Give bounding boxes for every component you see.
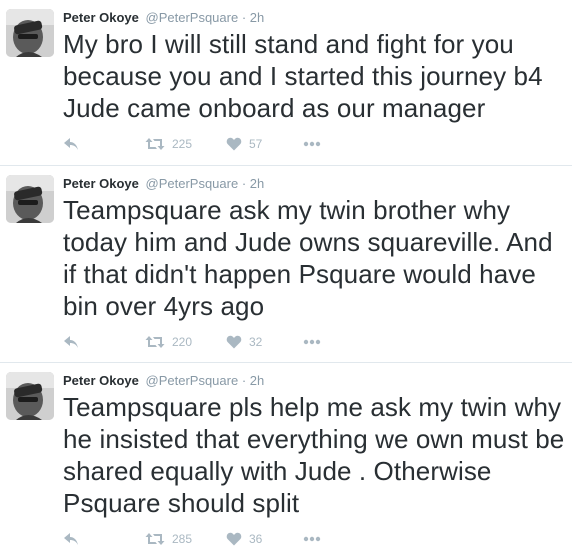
reply-icon <box>63 137 79 151</box>
tweet-header: Peter Okoye @PeterPsquare · 2h <box>63 175 264 193</box>
retweet-count: 220 <box>172 335 193 349</box>
user-handle[interactable]: @PeterPsquare <box>146 373 239 388</box>
more-icon <box>303 536 321 542</box>
timestamp[interactable]: 2h <box>250 10 264 25</box>
reply-button[interactable] <box>63 530 79 548</box>
reply-button[interactable] <box>63 333 79 351</box>
timestamp[interactable]: 2h <box>250 373 264 388</box>
like-count: 36 <box>249 532 263 546</box>
retweet-button[interactable]: 225 <box>145 135 192 153</box>
more-button[interactable] <box>303 530 321 548</box>
more-button[interactable] <box>303 135 321 153</box>
timestamp[interactable]: 2h <box>250 176 264 191</box>
like-button[interactable]: 36 <box>226 530 262 548</box>
retweet-button[interactable]: 285 <box>145 530 192 548</box>
tweet[interactable]: Peter Okoye @PeterPsquare · 2h Teampsqua… <box>0 363 572 556</box>
retweet-count: 225 <box>172 137 193 151</box>
tweet[interactable]: Peter Okoye @PeterPsquare · 2h My bro I … <box>0 0 572 166</box>
user-name[interactable]: Peter Okoye <box>63 176 139 191</box>
tweet-feed: Peter Okoye @PeterPsquare · 2h My bro I … <box>0 0 572 556</box>
reply-icon <box>63 532 79 546</box>
retweet-icon <box>145 137 165 151</box>
tweet-text: Teampsquare pls help me ask my twin why … <box>63 392 565 518</box>
avatar[interactable] <box>6 372 54 420</box>
separator: · <box>241 10 247 25</box>
like-count: 32 <box>249 335 263 349</box>
user-handle[interactable]: @PeterPsquare <box>146 176 239 191</box>
retweet-icon <box>145 335 165 349</box>
tweet-actions: 285 36 <box>63 530 363 548</box>
separator: · <box>241 176 247 191</box>
more-icon <box>303 141 321 147</box>
user-name[interactable]: Peter Okoye <box>63 10 139 25</box>
retweet-count: 285 <box>172 532 193 546</box>
tweet-actions: 225 57 <box>63 135 363 153</box>
tweet-text: My bro I will still stand and fight for … <box>63 29 543 123</box>
user-name[interactable]: Peter Okoye <box>63 373 139 388</box>
heart-icon <box>226 532 242 546</box>
tweet-text: Teampsquare ask my twin brother why toda… <box>63 195 553 321</box>
separator: · <box>241 373 247 388</box>
tweet-header: Peter Okoye @PeterPsquare · 2h <box>63 372 264 390</box>
reply-icon <box>63 335 79 349</box>
heart-icon <box>226 335 242 349</box>
reply-button[interactable] <box>63 135 79 153</box>
more-icon <box>303 339 321 345</box>
like-button[interactable]: 32 <box>226 333 262 351</box>
heart-icon <box>226 137 242 151</box>
like-count: 57 <box>249 137 263 151</box>
tweet[interactable]: Peter Okoye @PeterPsquare · 2h Teampsqua… <box>0 166 572 363</box>
avatar[interactable] <box>6 175 54 223</box>
retweet-icon <box>145 532 165 546</box>
user-handle[interactable]: @PeterPsquare <box>146 10 239 25</box>
tweet-header: Peter Okoye @PeterPsquare · 2h <box>63 9 264 27</box>
retweet-button[interactable]: 220 <box>145 333 192 351</box>
avatar[interactable] <box>6 9 54 57</box>
tweet-actions: 220 32 <box>63 333 363 351</box>
more-button[interactable] <box>303 333 321 351</box>
like-button[interactable]: 57 <box>226 135 262 153</box>
